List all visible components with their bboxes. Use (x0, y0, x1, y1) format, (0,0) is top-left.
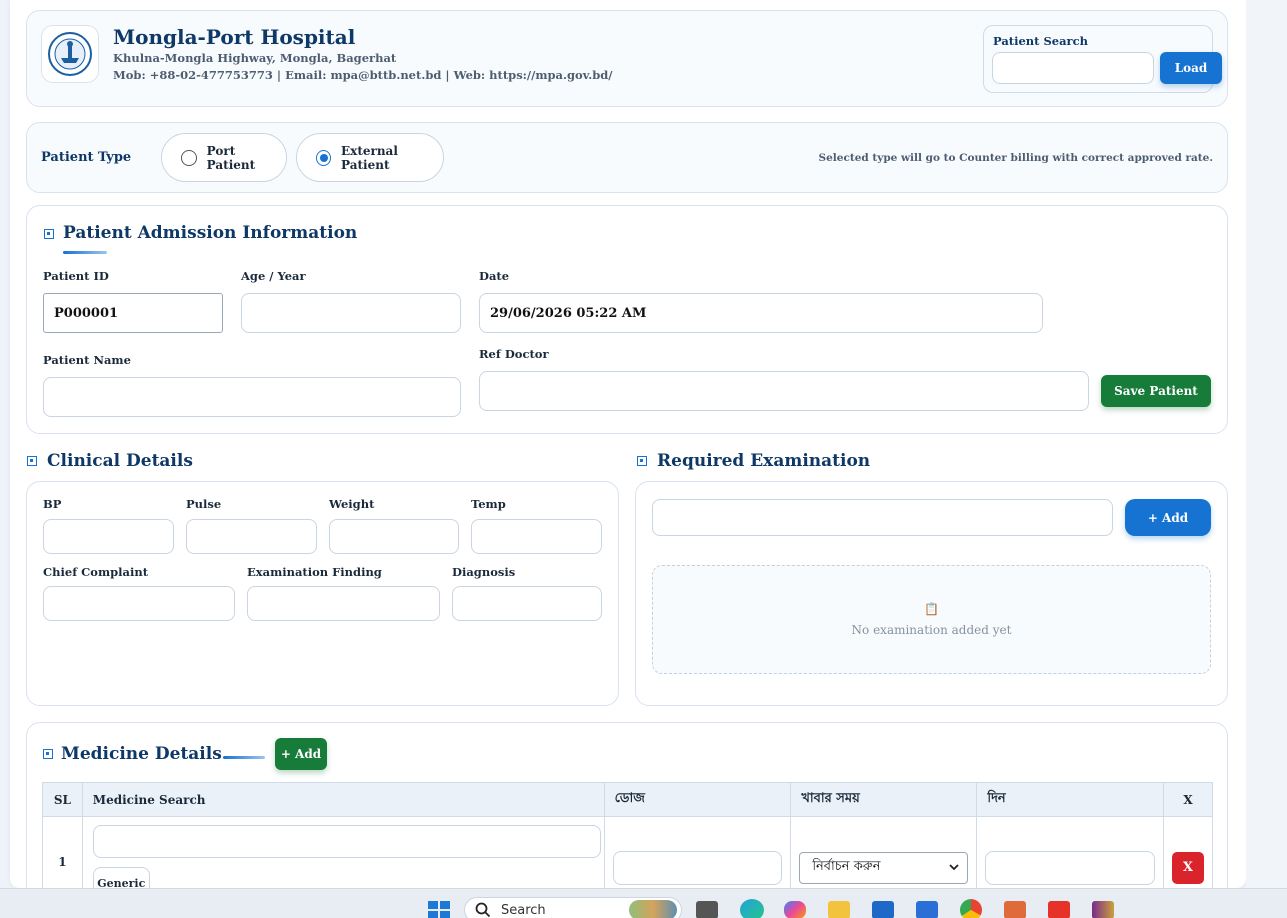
title-underline (63, 251, 107, 254)
patient-type-note: Selected type will go to Counter billing… (818, 152, 1213, 164)
radio-checked-icon (316, 149, 332, 166)
diagnosis-input[interactable] (452, 586, 602, 621)
port-patient-label: Port Patient (206, 143, 256, 172)
section-square-icon (27, 456, 37, 466)
title-underline (223, 756, 265, 759)
examination-empty-state: 📋 No examination added yet (652, 565, 1211, 674)
radio-unchecked-icon (181, 149, 197, 166)
examination-input[interactable] (652, 499, 1113, 536)
examination-finding-input[interactable] (247, 586, 440, 621)
dose-input[interactable] (612, 850, 783, 885)
task-view-icon[interactable] (696, 901, 718, 918)
chevron-down-icon (949, 864, 959, 871)
radio-external-patient[interactable]: External Patient (296, 133, 444, 182)
patient-id-label: Patient ID (43, 269, 109, 283)
bp-label: BP (43, 497, 62, 511)
anydesk-icon[interactable] (1048, 901, 1070, 918)
section-square-icon (637, 456, 647, 466)
date-label: Date (479, 269, 510, 283)
ref-doctor-label: Ref Doctor (479, 347, 549, 361)
days-input[interactable] (985, 850, 1155, 885)
file-explorer-icon[interactable] (828, 901, 850, 918)
meal-time-value: নির্বাচন করুন (812, 859, 881, 874)
section-square-icon (43, 749, 53, 759)
column-remove: X (1162, 782, 1214, 817)
search-highlight-icon (629, 900, 677, 918)
clinical-title: Clinical Details (47, 451, 193, 471)
remove-row-button[interactable]: X (1171, 851, 1204, 884)
date-input[interactable]: 29/06/2026 05:22 AM (479, 293, 1043, 333)
edge-browser-icon[interactable] (740, 899, 764, 918)
meal-time-select[interactable]: নির্বাচন করুন (799, 851, 969, 884)
radio-port-patient[interactable]: Port Patient (161, 133, 287, 182)
age-input[interactable] (241, 293, 461, 333)
save-patient-button[interactable]: Save Patient (1101, 375, 1211, 407)
copilot-icon[interactable] (784, 901, 806, 918)
bp-input[interactable] (43, 519, 174, 554)
microsoft-store-icon[interactable] (872, 901, 894, 918)
admission-panel: Patient Admission Information Patient ID… (26, 205, 1228, 434)
examination-finding-label: Examination Finding (247, 565, 382, 579)
hospital-contact: Mob: +88-02-477753773 | Email: mpa@bttb.… (113, 68, 613, 82)
window-right-rail (1246, 0, 1287, 888)
chief-complaint-label: Chief Complaint (43, 565, 149, 579)
patient-type-panel: Patient Type Port Patient External Patie… (26, 122, 1228, 193)
clipboard-icon: 📋 (924, 602, 939, 616)
patient-search-input[interactable] (992, 52, 1154, 84)
hospital-header: Mongla-Port Hospital Khulna-Mongla Highw… (26, 10, 1228, 107)
outlook-icon[interactable] (916, 901, 938, 918)
hospital-address: Khulna-Mongla Highway, Mongla, Bagerhat (113, 51, 397, 65)
column-medicine-search: Medicine Search (81, 782, 605, 817)
examination-title: Required Examination (657, 451, 871, 471)
section-square-icon (44, 229, 54, 239)
examination-panel: + Add 📋 No examination added yet (635, 481, 1228, 706)
page: Mongla-Port Hospital Khulna-Mongla Highw… (10, 0, 1246, 918)
medicine-search-input[interactable] (92, 825, 601, 858)
patient-type-label: Patient Type (41, 150, 132, 165)
diagnosis-label: Diagnosis (452, 565, 516, 579)
chrome-icon[interactable] (960, 899, 982, 918)
hospital-logo (41, 25, 99, 83)
snipping-tool-icon[interactable] (1004, 901, 1026, 918)
medicine-table-header: SL Medicine Search ডোজ খাবার সময় দিন X (42, 782, 1214, 817)
clinical-panel: BP Pulse Weight Temp Chief Complaint Exa… (26, 481, 619, 706)
patient-search-panel: Patient Search Load (983, 25, 1222, 93)
weight-label: Weight (329, 497, 375, 511)
windows-start-icon[interactable] (428, 901, 450, 918)
load-button[interactable]: Load (1160, 52, 1222, 84)
search-icon (475, 902, 491, 918)
column-days: দিন (976, 782, 1164, 817)
pulse-input[interactable] (186, 519, 317, 554)
patient-search-label: Patient Search (993, 34, 1088, 48)
add-medicine-button[interactable]: + Add (275, 738, 327, 770)
taskbar-search[interactable]: Search (464, 897, 682, 918)
add-examination-button[interactable]: + Add (1125, 499, 1211, 536)
patient-name-label: Patient Name (43, 353, 131, 367)
pulse-label: Pulse (186, 497, 222, 511)
chief-complaint-input[interactable] (43, 586, 235, 621)
ref-doctor-input[interactable] (479, 371, 1089, 411)
column-sl: SL (42, 782, 83, 817)
admission-title: Patient Admission Information (63, 223, 358, 243)
windows-taskbar: Search (0, 888, 1287, 918)
temp-input[interactable] (471, 519, 602, 554)
age-label: Age / Year (241, 269, 306, 283)
medicine-title: Medicine Details (61, 744, 222, 764)
temp-label: Temp (471, 497, 506, 511)
examination-empty-text: No examination added yet (851, 623, 1012, 637)
patient-name-input[interactable] (43, 377, 461, 417)
winrar-icon[interactable] (1092, 901, 1114, 918)
patient-id-input[interactable]: P000001 (43, 293, 223, 333)
hospital-name: Mongla-Port Hospital (113, 25, 356, 49)
column-dose: ডোজ (603, 782, 792, 817)
weight-input[interactable] (329, 519, 459, 554)
external-patient-label: External Patient (341, 143, 398, 172)
column-meal-time: খাবার সময় (790, 782, 978, 817)
taskbar-search-label: Search (501, 902, 546, 918)
